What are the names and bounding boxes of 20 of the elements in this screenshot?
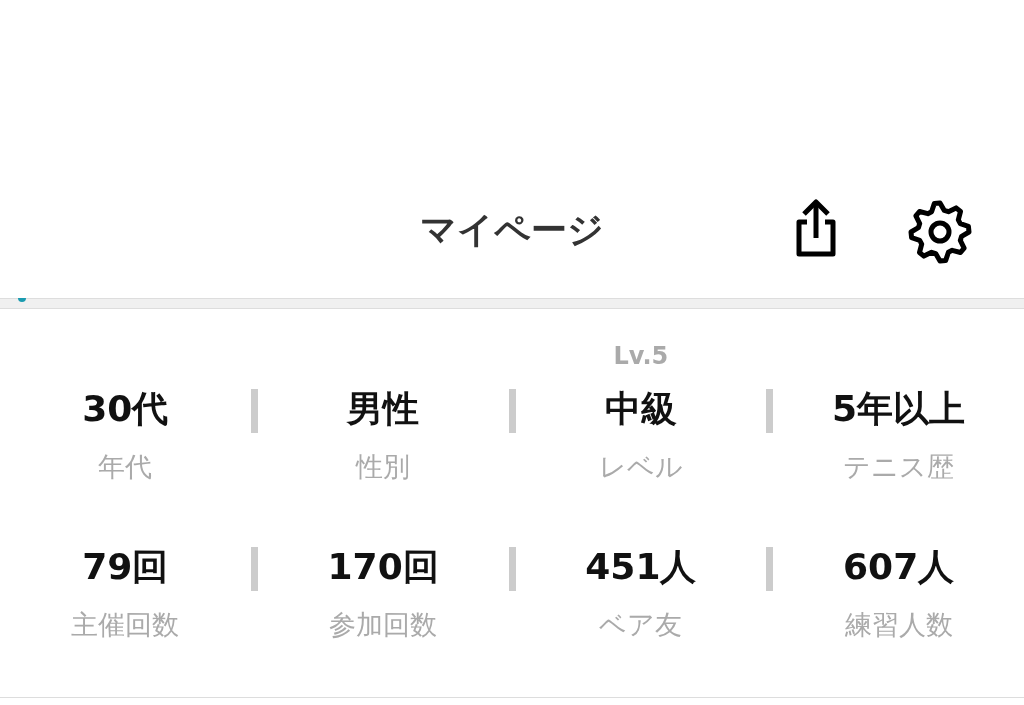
stat-label: 主催回数 xyxy=(71,608,180,642)
stat-value: 451人 xyxy=(585,545,697,589)
stat-label: 参加回数 xyxy=(329,608,438,642)
stat-value: 中級 xyxy=(604,387,677,431)
stat-value: 79回 xyxy=(82,545,169,589)
stat-value: 170回 xyxy=(327,545,439,589)
stat-value: 5年以上 xyxy=(832,387,966,431)
indicator-mark xyxy=(18,298,26,302)
stat-label: 年代 xyxy=(98,450,153,484)
stat-value: 607人 xyxy=(843,545,955,589)
level-text: Lv.5 xyxy=(613,341,669,371)
settings-icon[interactable] xyxy=(906,198,974,266)
stat-label: ベア友 xyxy=(599,608,683,642)
stat-label: 練習人数 xyxy=(844,608,953,642)
stat-label: レベル xyxy=(598,450,683,484)
stat-value: 30代 xyxy=(82,387,169,431)
stat-value: 男性 xyxy=(347,387,420,431)
stat-label: テニス歴 xyxy=(843,450,955,484)
stat-label: 性別 xyxy=(356,450,411,484)
page-title: マイページ xyxy=(420,208,604,252)
